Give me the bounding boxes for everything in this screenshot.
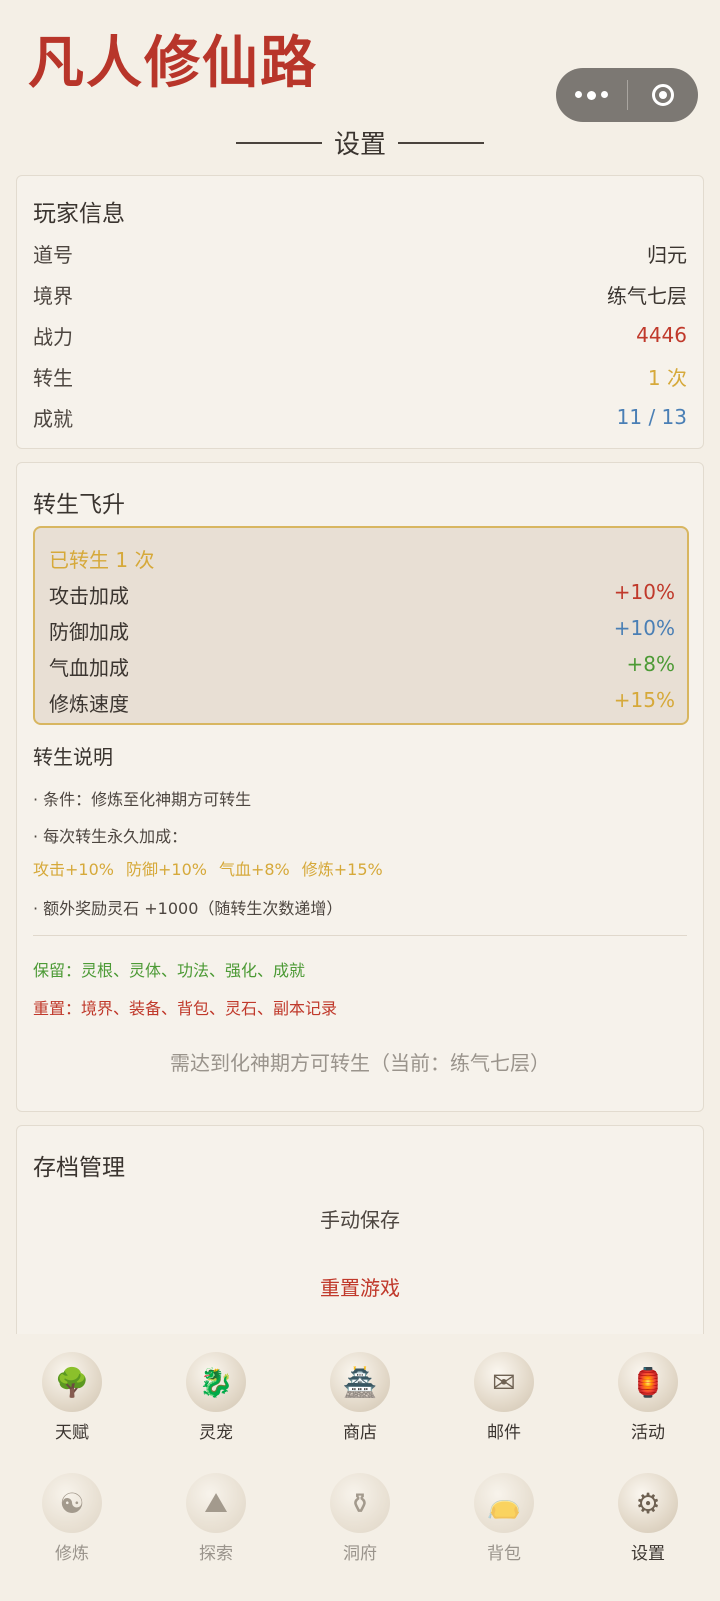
bag-icon: 👝 [474, 1473, 534, 1533]
info-row-achievements: 成就 11 / 13 [33, 402, 687, 432]
info-label: 成就 [33, 406, 73, 431]
nav-item-talent[interactable]: 🌳 天赋 [22, 1352, 122, 1443]
nav-label: 天赋 [55, 1423, 89, 1443]
bonus-label: 攻击加成 [49, 584, 129, 608]
bonus-item: 攻击+10% [33, 860, 114, 879]
cultivate-icon: ☯ [42, 1473, 102, 1533]
info-row-dao-name: 道号 归元 [33, 238, 687, 268]
reset-game-button[interactable]: 重置游戏 [17, 1272, 703, 1301]
rebirth-title: 转生飞升 [33, 492, 125, 518]
more-menu-button[interactable] [556, 68, 627, 122]
bonus-row-attack: 攻击加成 +10% [49, 580, 675, 609]
title-line-right [398, 141, 484, 144]
close-mini-program-button[interactable] [628, 68, 699, 122]
bonus-row-defense: 防御加成 +10% [49, 616, 675, 645]
nav-item-cultivate[interactable]: ☯ 修炼 [22, 1473, 122, 1564]
target-circle-icon [651, 84, 674, 106]
info-row-rebirth: 转生 1 次 [33, 361, 687, 391]
nav-item-bag[interactable]: 👝 背包 [454, 1473, 554, 1564]
event-lantern-icon: 🏮 [618, 1352, 678, 1412]
nav-item-shop[interactable]: 🏯 商店 [310, 1352, 410, 1443]
more-dots-icon [574, 90, 608, 100]
rebirth-card: 转生飞升 已转生 1 次 攻击加成 +10% 防御加成 +10% 气血加成 +8… [16, 462, 704, 1112]
info-label: 战力 [33, 324, 73, 349]
spirit-pet-icon: 🐉 [186, 1352, 246, 1412]
page-title-bar: 设置 [0, 124, 720, 161]
rebirth-extra-reward: · 额外奖励灵石 +1000（随转生次数递增） [33, 899, 343, 918]
info-value: 11 / 13 [616, 405, 687, 429]
info-row-realm: 境界 练气七层 [33, 279, 687, 309]
rebirth-condition: · 条件：修炼至化神期方可转生 [33, 790, 252, 809]
info-label: 道号 [33, 242, 73, 267]
nav-item-explore[interactable]: ⛰ 探索 [166, 1473, 266, 1564]
rebirth-requirement-button[interactable]: 需达到化神期方可转生（当前：练气七层） [17, 1047, 703, 1076]
nav-label: 商店 [343, 1423, 377, 1443]
player-info-card: 玩家信息 道号 归元 境界 练气七层 战力 4446 转生 1 次 成就 11 … [16, 175, 704, 449]
nav-label: 灵宠 [199, 1423, 233, 1443]
info-value: 1 次 [647, 365, 687, 390]
manual-save-button[interactable]: 手动保存 [17, 1204, 703, 1233]
nav-label: 邮件 [487, 1423, 521, 1443]
bonus-value: +15% [613, 688, 675, 712]
info-value: 4446 [636, 323, 687, 347]
rebirth-bonus-box: 已转生 1 次 攻击加成 +10% 防御加成 +10% 气血加成 +8% 修炼速… [33, 526, 689, 725]
mail-icon: ✉ [474, 1352, 534, 1412]
bottom-nav: 🌳 天赋 🐉 灵宠 🏯 商店 ✉ 邮件 🏮 活动 ☯ 修炼 ⛰ 探索 ⚱ 洞府 … [0, 1334, 720, 1601]
nav-label: 背包 [487, 1544, 521, 1564]
bonus-label: 气血加成 [49, 656, 129, 680]
bonus-item: 修炼+15% [301, 860, 383, 879]
rebirth-explanation-title: 转生说明 [33, 745, 113, 769]
bonus-label: 修炼速度 [49, 692, 129, 716]
app-title: 凡人修仙路 [28, 30, 318, 96]
nav-label: 设置 [631, 1544, 665, 1564]
info-row-power: 战力 4446 [33, 320, 687, 350]
explore-mountain-icon: ⛰ [186, 1473, 246, 1533]
save-management-title: 存档管理 [33, 1155, 125, 1181]
nav-item-mail[interactable]: ✉ 邮件 [454, 1352, 554, 1443]
player-info-title: 玩家信息 [33, 201, 125, 227]
nav-label: 活动 [631, 1423, 665, 1443]
cave-cauldron-icon: ⚱ [330, 1473, 390, 1533]
bonus-value: +8% [626, 652, 676, 676]
info-value: 练气七层 [607, 283, 687, 308]
settings-gear-icon: ⚙ [618, 1473, 678, 1533]
nav-label: 修炼 [55, 1544, 89, 1564]
mini-program-capsule [556, 68, 698, 122]
nav-item-settings[interactable]: ⚙ 设置 [598, 1473, 698, 1564]
shop-icon: 🏯 [330, 1352, 390, 1412]
rebirth-per-bonus: · 每次转生永久加成： [33, 827, 188, 846]
info-label: 境界 [33, 283, 73, 308]
bonus-label: 防御加成 [49, 620, 129, 644]
bonus-value: +10% [613, 616, 675, 640]
nav-label: 探索 [199, 1544, 233, 1564]
rebirth-bonus-list: 攻击+10% 防御+10% 气血+8% 修炼+15% [33, 856, 383, 880]
rebirth-keep-note: 保留：灵根、灵体、功法、强化、成就 [33, 961, 306, 980]
talent-tree-icon: 🌳 [42, 1352, 102, 1412]
rebirth-reset-note: 重置：境界、装备、背包、灵石、副本记录 [33, 999, 338, 1018]
info-label: 转生 [33, 365, 73, 390]
bonus-item: 气血+8% [218, 860, 290, 879]
nav-item-cave[interactable]: ⚱ 洞府 [310, 1473, 410, 1564]
bonus-value: +10% [613, 580, 675, 604]
nav-item-spirit-pet[interactable]: 🐉 灵宠 [166, 1352, 266, 1443]
nav-label: 洞府 [343, 1544, 377, 1564]
page-title: 设置 [333, 130, 386, 160]
rebirth-status: 已转生 1 次 [49, 548, 155, 572]
bonus-row-hp: 气血加成 +8% [49, 652, 675, 681]
info-value: 归元 [647, 242, 687, 267]
title-line-left [235, 141, 322, 144]
rebirth-divider [33, 935, 687, 936]
bonus-row-cultivation-speed: 修炼速度 +15% [49, 688, 675, 717]
nav-item-event[interactable]: 🏮 活动 [598, 1352, 698, 1443]
bonus-item: 防御+10% [125, 860, 207, 879]
